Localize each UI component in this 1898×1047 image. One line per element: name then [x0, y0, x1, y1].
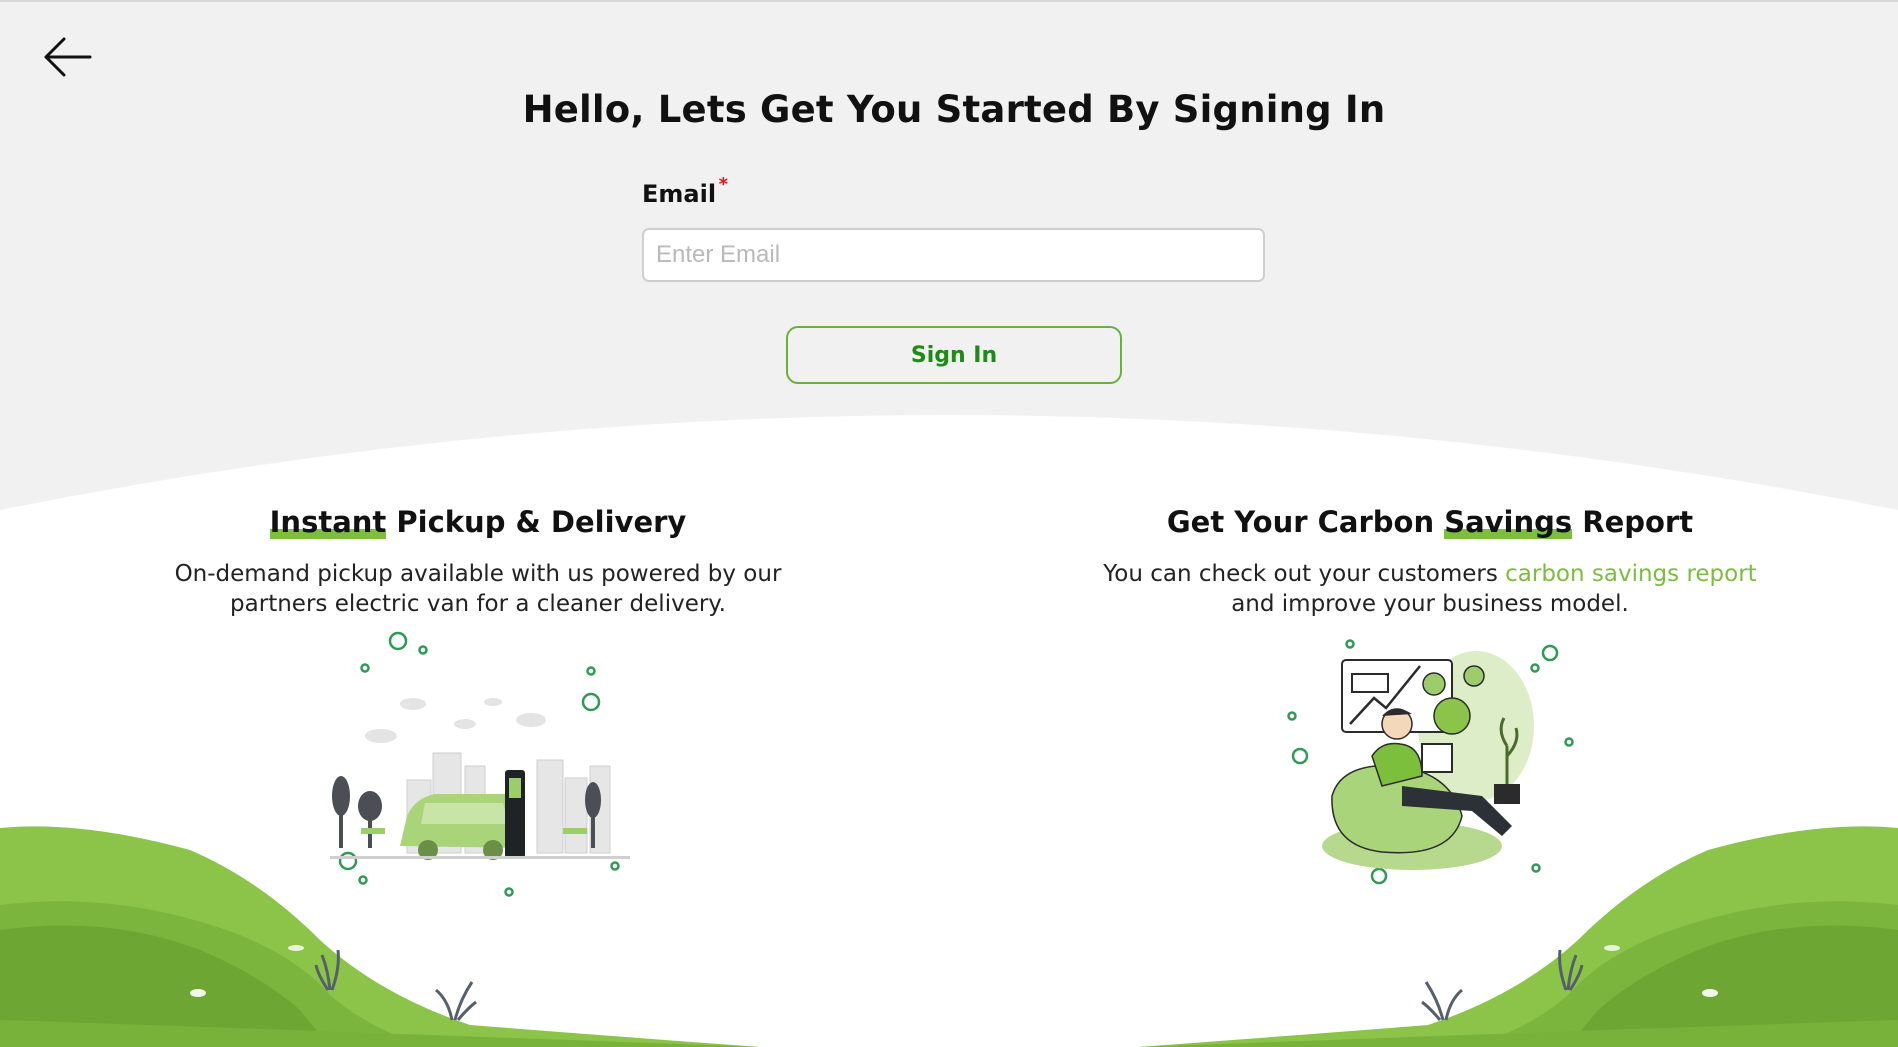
feature-desc-line: On-demand pickup available with us power… — [174, 561, 782, 587]
feature-instant-pickup: Instant Pickup & Delivery On-demand pick… — [130, 505, 826, 619]
feature-title-post: Report — [1572, 505, 1694, 539]
feature-desc-line: and improve your business model. — [1231, 591, 1629, 617]
feature-desc-line: You can check out your customers carbon … — [1060, 559, 1800, 589]
feature-description: On-demand pickup available with us power… — [130, 559, 826, 619]
back-button[interactable] — [40, 34, 96, 80]
feature-title: Get Your Carbon Savings Report — [1060, 505, 1800, 539]
feature-title-highlight: Instant — [269, 505, 387, 539]
page-title: Hello, Lets Get You Started By Signing I… — [522, 88, 1386, 131]
email-label-text: Email — [642, 180, 717, 208]
feature-title-pre: Get Your Carbon — [1166, 505, 1445, 539]
feature-title-rest: Pickup & Delivery — [386, 505, 687, 539]
arrow-left-icon — [44, 37, 92, 77]
email-label: Email * — [642, 174, 728, 208]
man-with-laptop-co2-report-icon — [1287, 639, 1574, 885]
feature-description: You can check out your customers carbon … — [1060, 559, 1800, 619]
feature-title: Instant Pickup & Delivery — [130, 505, 826, 539]
feature-title-highlight: Savings — [1444, 505, 1573, 539]
signin-form: Email * — [642, 174, 1267, 282]
required-asterisk: * — [718, 174, 729, 195]
feature-carbon-savings: Get Your Carbon Savings Report You can c… — [1060, 505, 1800, 619]
feature-desc-text: You can check out your customers — [1103, 561, 1506, 587]
sign-in-button[interactable]: Sign In — [786, 326, 1122, 384]
feature-desc-line: partners electric van for a cleaner deli… — [230, 591, 726, 617]
carbon-savings-report-link[interactable]: carbon savings report — [1505, 561, 1757, 587]
email-input[interactable] — [642, 228, 1265, 282]
electric-van-charging-icon — [330, 631, 630, 897]
